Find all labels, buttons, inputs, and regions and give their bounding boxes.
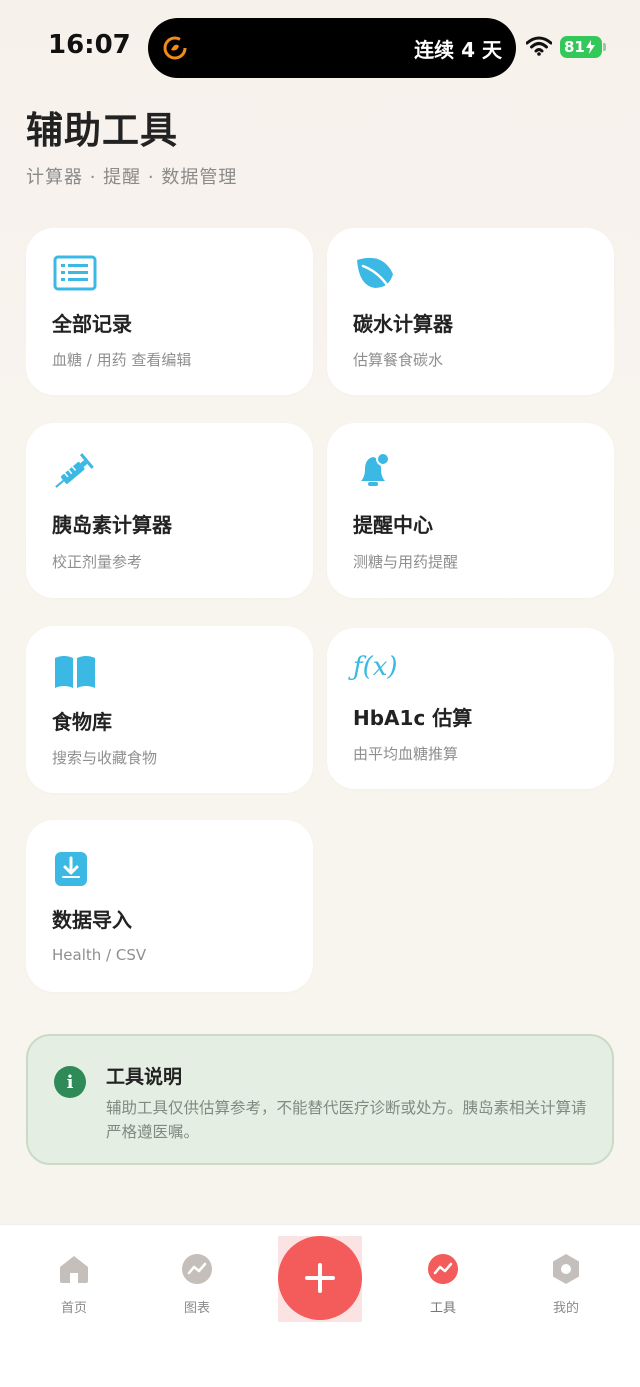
card-carb-calculator[interactable]: 碳水计算器 估算餐食碳水 [327, 228, 614, 395]
card-title: 食物库 [52, 710, 112, 734]
streak-icon [163, 36, 187, 60]
page: 16:07 连续 4 天 81 辅助工具 计算器 · 提醒 · 数据管理 全部记… [0, 0, 640, 1387]
tab-label: 图表 [183, 1301, 210, 1316]
card-desc: 校正剂量参考 [52, 553, 143, 571]
card-title: HbA1c 估算 [353, 706, 473, 730]
status-time: 16:07 [48, 30, 131, 60]
card-title: 全部记录 [52, 312, 132, 336]
syringe-icon [52, 451, 98, 491]
notice-title: 工具说明 [106, 1066, 183, 1088]
function-icon: ƒ(x) [353, 652, 413, 692]
bell-icon [353, 451, 399, 491]
battery-level: 81 [564, 38, 585, 56]
tab-profile[interactable]: 我的 [516, 1225, 616, 1325]
plus-icon [305, 1263, 335, 1293]
add-record-button[interactable] [278, 1236, 362, 1322]
tab-home[interactable]: 首页 [24, 1225, 124, 1325]
card-title: 数据导入 [52, 908, 132, 932]
profile-icon [553, 1254, 579, 1284]
wifi-icon [526, 36, 552, 56]
card-desc: Health / CSV [52, 946, 147, 964]
list-icon [52, 254, 98, 294]
card-all-records[interactable]: 全部记录 血糖 / 用药 查看编辑 [26, 228, 313, 395]
card-insulin-calculator[interactable]: 胰岛素计算器 校正剂量参考 [26, 423, 313, 598]
tab-tools[interactable]: 工具 [393, 1225, 493, 1325]
tab-label: 首页 [60, 1301, 87, 1316]
tab-charts[interactable]: 图表 [147, 1225, 247, 1325]
tools-icon [428, 1254, 458, 1284]
card-desc: 估算餐食碳水 [353, 351, 444, 369]
card-reminder-center[interactable]: 提醒中心 测糖与用药提醒 [327, 423, 614, 598]
info-icon: i [54, 1066, 86, 1098]
chart-icon [182, 1254, 212, 1284]
streak-text: 连续 4 天 [414, 38, 502, 62]
add-button-circle[interactable] [278, 1236, 362, 1320]
page-subtitle: 计算器 · 提醒 · 数据管理 [26, 167, 238, 188]
tab-label: 工具 [429, 1301, 456, 1316]
tab-label: 我的 [552, 1301, 579, 1316]
tool-notice: i 工具说明 辅助工具仅供估算参考，不能替代医疗诊断或处方。胰岛素相关计算请严格… [26, 1034, 614, 1165]
card-desc: 搜索与收藏食物 [52, 749, 158, 767]
card-desc: 测糖与用药提醒 [353, 553, 459, 571]
card-data-import[interactable]: 数据导入 Health / CSV [26, 820, 313, 992]
function-icon-text: ƒ(x) [353, 652, 398, 682]
card-hba1c-estimate[interactable]: ƒ(x) HbA1c 估算 由平均血糖推算 [327, 628, 614, 789]
card-title: 碳水计算器 [353, 312, 453, 336]
book-icon [52, 652, 98, 692]
charging-icon [585, 40, 595, 54]
page-title: 辅助工具 [26, 109, 178, 152]
dynamic-island[interactable]: 连续 4 天 [148, 18, 516, 78]
notice-body: 辅助工具仅供估算参考，不能替代医疗诊断或处方。胰岛素相关计算请严格遵医嘱。 [106, 1099, 587, 1141]
home-icon [60, 1256, 88, 1283]
card-food-library[interactable]: 食物库 搜索与收藏食物 [26, 626, 313, 793]
card-desc: 由平均血糖推算 [353, 745, 459, 763]
status-bar: 16:07 连续 4 天 81 [0, 0, 640, 96]
card-title: 胰岛素计算器 [52, 513, 172, 537]
leaf-icon [353, 254, 399, 294]
import-icon [52, 848, 98, 888]
card-title: 提醒中心 [353, 513, 433, 537]
battery-indicator: 81 [560, 36, 606, 58]
card-desc: 血糖 / 用药 查看编辑 [52, 351, 192, 369]
